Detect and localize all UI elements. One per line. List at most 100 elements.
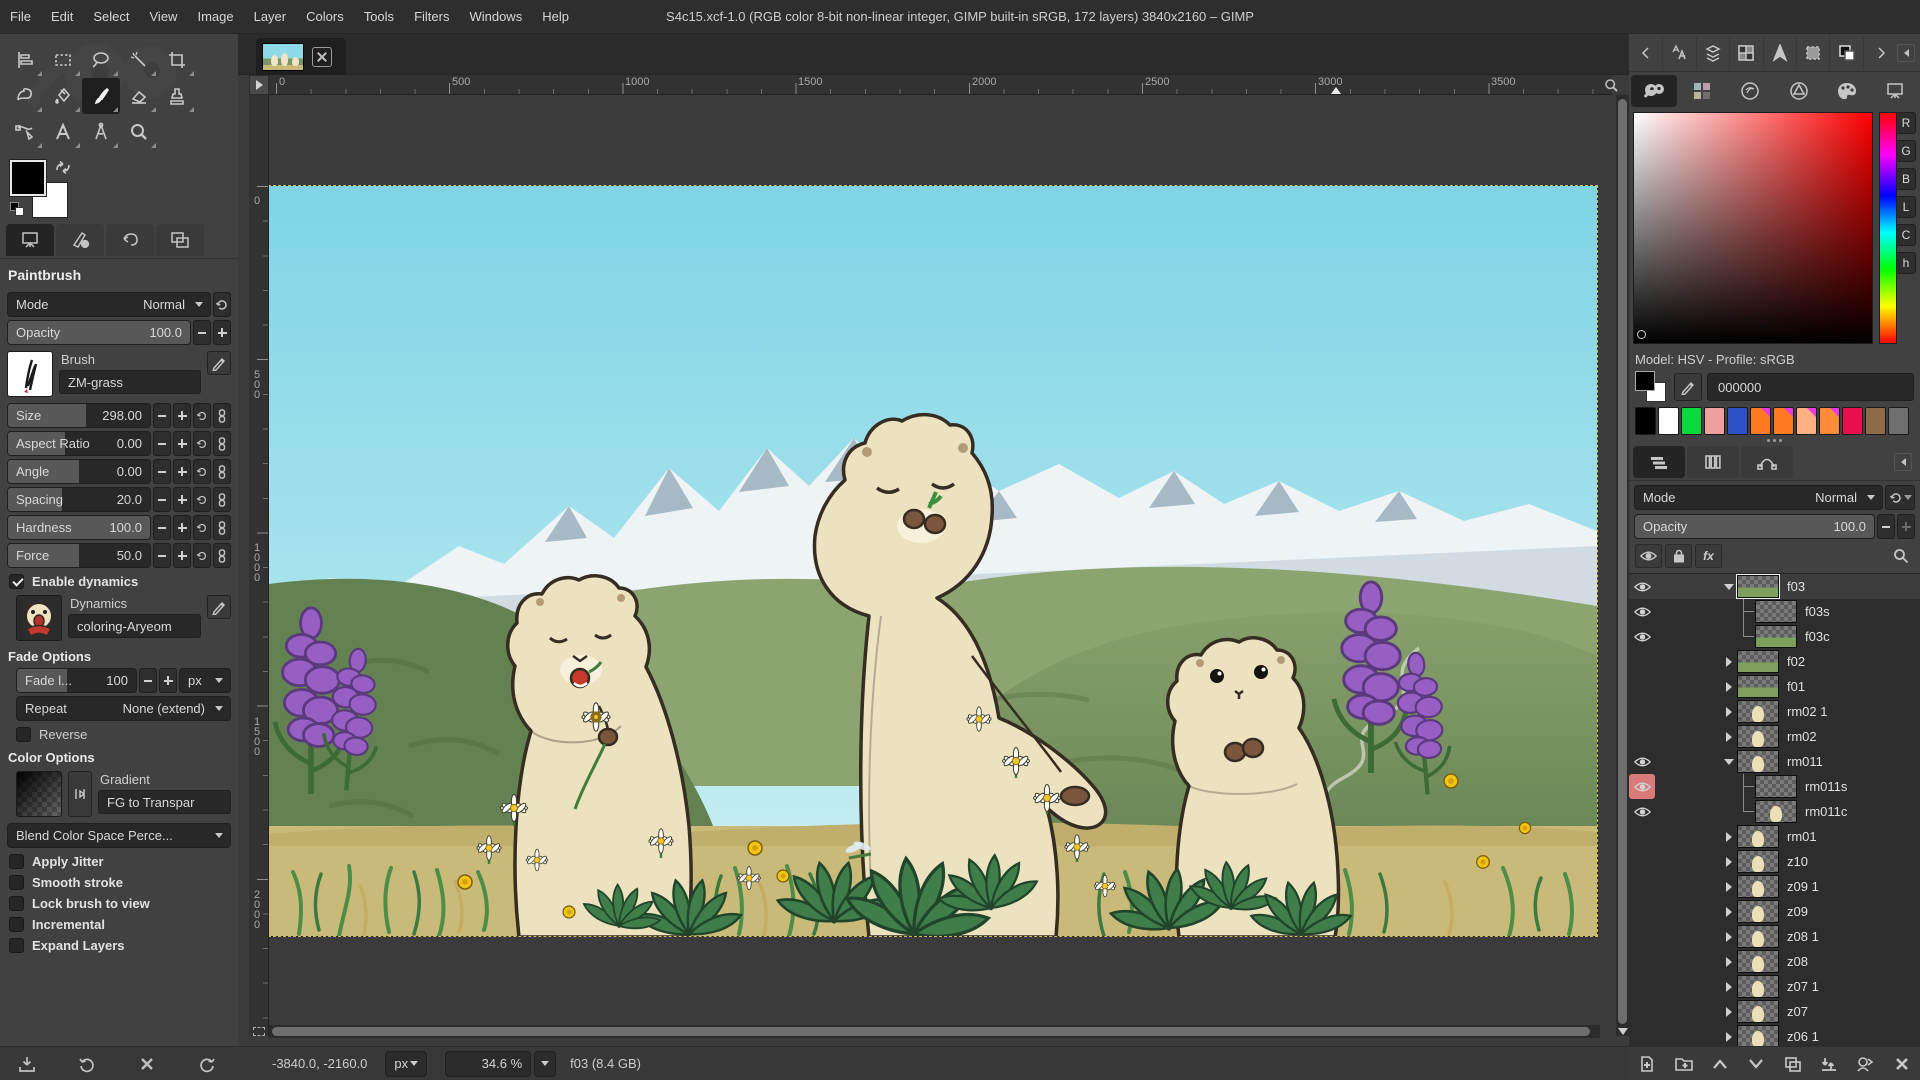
new-layer-button[interactable] xyxy=(1632,1050,1662,1078)
rectangle-select-tool-icon[interactable] xyxy=(44,42,82,78)
horizontal-ruler[interactable]: 0500100015002000250030003500 xyxy=(269,75,1612,95)
visibility-toggle-icon[interactable] xyxy=(1629,849,1655,874)
canvas-menu-button[interactable] xyxy=(249,75,269,95)
expander-icon[interactable] xyxy=(1721,682,1737,692)
layer-thumbnail[interactable] xyxy=(1737,700,1779,723)
color-edit-icon[interactable] xyxy=(1674,373,1702,401)
menu-item[interactable]: File xyxy=(0,0,41,34)
expander-icon[interactable] xyxy=(1721,907,1737,917)
layer-row[interactable]: rm02 1 xyxy=(1629,699,1920,724)
decrease-button[interactable] xyxy=(153,543,171,568)
scroll-tabs-right-icon[interactable] xyxy=(1864,36,1897,70)
visibility-toggle-icon[interactable] xyxy=(1629,649,1655,674)
layer-opacity-increase-button[interactable] xyxy=(1897,514,1915,539)
layer-name[interactable]: f02 xyxy=(1787,654,1805,669)
layer-name[interactable]: f03 xyxy=(1787,579,1805,594)
opacity-increase-button[interactable] xyxy=(213,320,231,345)
expander-icon[interactable] xyxy=(1721,584,1737,590)
layer-thumbnail[interactable] xyxy=(1755,775,1797,798)
clone-tool-icon[interactable] xyxy=(158,78,196,114)
color-history-swatch[interactable] xyxy=(1842,407,1863,435)
close-icon[interactable] xyxy=(312,47,332,67)
navigation-icon[interactable] xyxy=(1616,1025,1629,1038)
checkbox[interactable] xyxy=(9,875,24,890)
layer-name[interactable]: z07 xyxy=(1787,1004,1808,1019)
hex-color-input[interactable] xyxy=(1707,373,1914,401)
link-to-brush-icon[interactable] xyxy=(213,459,231,484)
expander-icon[interactable] xyxy=(1721,882,1737,892)
checkbox[interactable] xyxy=(9,896,24,911)
new-group-button[interactable] xyxy=(1669,1050,1699,1078)
expander-icon[interactable] xyxy=(1721,1032,1737,1042)
menu-item[interactable]: Help xyxy=(532,0,579,34)
delete-tool-preset-icon[interactable] xyxy=(134,1051,160,1077)
expander-icon[interactable] xyxy=(1721,857,1737,867)
dynamics-chooser[interactable]: Dynamics coloring-Aryeom xyxy=(16,595,231,641)
layer-opacity-slider[interactable]: Opacity 100.0 xyxy=(1634,514,1875,539)
increase-button[interactable] xyxy=(173,403,191,428)
layer-row[interactable]: z06 1 xyxy=(1629,1024,1920,1048)
layer-thumbnail[interactable] xyxy=(1737,875,1779,898)
layer-row[interactable]: z07 xyxy=(1629,999,1920,1024)
link-to-brush-icon[interactable] xyxy=(213,543,231,568)
saturation-value-square[interactable] xyxy=(1633,112,1873,344)
expander-icon[interactable] xyxy=(1721,732,1737,742)
increase-button[interactable] xyxy=(173,431,191,456)
decrease-button[interactable] xyxy=(153,431,171,456)
visibility-toggle-icon[interactable] xyxy=(1629,674,1655,699)
mini-foreground-swatch[interactable] xyxy=(1635,371,1655,391)
fonts-tab-icon[interactable] xyxy=(1663,36,1696,70)
layer-opacity-decrease-button[interactable] xyxy=(1877,514,1895,539)
hscroll-thumb[interactable] xyxy=(272,1027,1590,1036)
channel-button[interactable]: L xyxy=(1896,196,1916,218)
menu-item[interactable]: View xyxy=(140,0,188,34)
visibility-toggle-icon[interactable] xyxy=(1629,774,1655,799)
fade-length-slider[interactable]: Fade l... 100 xyxy=(16,668,137,693)
save-tool-preset-icon[interactable] xyxy=(14,1051,40,1077)
brush-name[interactable]: ZM-grass xyxy=(59,370,201,394)
layer-mode-reset-button[interactable] xyxy=(1885,485,1915,510)
transform-tool-icon[interactable] xyxy=(6,78,44,114)
repeat-dropdown[interactable]: Repeat None (extend) xyxy=(16,696,231,721)
tab-device-status[interactable] xyxy=(56,224,104,256)
free-select-tool-icon[interactable] xyxy=(82,42,120,78)
layer-name[interactable]: rm01 xyxy=(1787,829,1817,844)
layer-thumbnail[interactable] xyxy=(1737,850,1779,873)
expander-icon[interactable] xyxy=(1721,832,1737,842)
add-mask-button[interactable] xyxy=(1850,1050,1880,1078)
foreground-color-swatch[interactable] xyxy=(10,160,46,196)
menu-item[interactable]: Filters xyxy=(404,0,459,34)
tab-undo-history[interactable] xyxy=(106,224,154,256)
vscroll-thumb[interactable] xyxy=(1618,99,1627,1024)
option-slider[interactable]: Force 50.0 xyxy=(7,543,151,568)
reverse-checkbox[interactable] xyxy=(16,727,31,742)
scroll-tabs-left-icon[interactable] xyxy=(1630,36,1663,70)
layer-row[interactable]: rm011c xyxy=(1629,799,1920,824)
merge-layer-button[interactable] xyxy=(1814,1050,1844,1078)
option-slider[interactable]: Aspect Ratio 0.00 xyxy=(7,431,151,456)
menu-item[interactable]: Layer xyxy=(244,0,297,34)
expander-icon[interactable] xyxy=(1721,707,1737,717)
enable-dynamics-row[interactable]: Enable dynamics xyxy=(9,574,229,589)
color-history-swatch[interactable] xyxy=(1888,407,1909,435)
lock-pixels-icon[interactable] xyxy=(1665,544,1692,568)
color-history-swatch[interactable] xyxy=(1658,407,1679,435)
gradients-tab-icon[interactable] xyxy=(1730,36,1763,70)
menu-item[interactable]: Image xyxy=(187,0,243,34)
checkbox[interactable] xyxy=(9,917,24,932)
increase-button[interactable] xyxy=(173,543,191,568)
layer-name[interactable]: f03c xyxy=(1805,629,1830,644)
reset-value-button[interactable] xyxy=(193,431,211,456)
selection-editor-tab-icon[interactable] xyxy=(1797,36,1830,70)
layer-row[interactable]: f03c xyxy=(1629,624,1920,649)
visibility-toggle-icon[interactable] xyxy=(1629,824,1655,849)
color-history-swatch[interactable] xyxy=(1773,407,1794,435)
color-history-swatch[interactable] xyxy=(1681,407,1702,435)
link-to-brush-icon[interactable] xyxy=(213,487,231,512)
paintbrush-tool-icon[interactable] xyxy=(82,78,120,114)
color-history-swatch[interactable] xyxy=(1819,407,1840,435)
color-history-swatch[interactable] xyxy=(1796,407,1817,435)
layer-name[interactable]: z06 1 xyxy=(1787,1029,1819,1044)
layer-thumbnail[interactable] xyxy=(1737,925,1779,948)
increase-button[interactable] xyxy=(173,459,191,484)
